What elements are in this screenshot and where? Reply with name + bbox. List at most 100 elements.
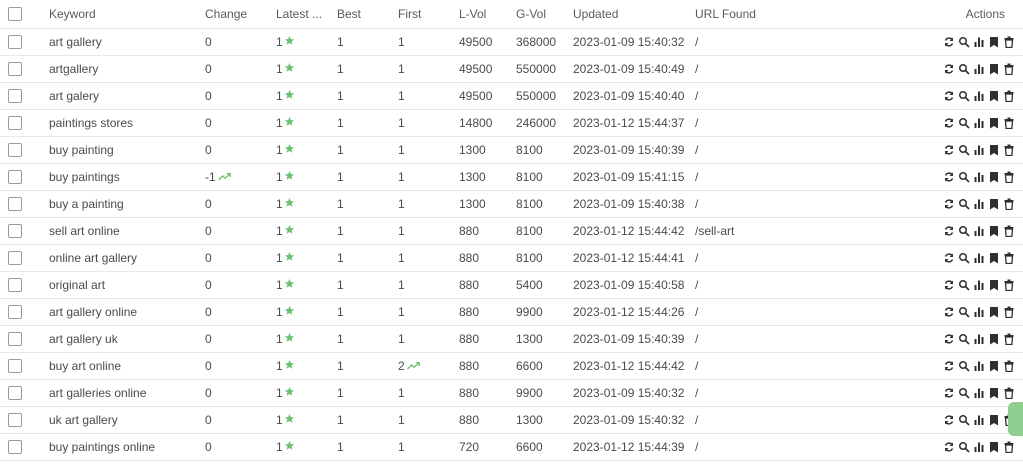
table-row[interactable]: sell art online 0 1 1 1 880 8100 2023-01-12 15:…: [0, 218, 1023, 245]
bar-chart-icon[interactable]: [973, 63, 985, 75]
table-row[interactable]: art gallery uk 0 1 1 1 880 1300 2023-01-09 15:4…: [0, 326, 1023, 353]
refresh-icon[interactable]: [943, 36, 955, 48]
refresh-icon[interactable]: [943, 360, 955, 372]
refresh-icon[interactable]: [943, 279, 955, 291]
search-icon[interactable]: [958, 441, 970, 453]
row-checkbox[interactable]: [8, 143, 22, 157]
table-row[interactable]: buy art online 0 1 1 2 880 6600 2023-01-12 15:4…: [0, 353, 1023, 380]
refresh-icon[interactable]: [943, 90, 955, 102]
bookmark-icon[interactable]: [988, 387, 1000, 399]
trash-icon[interactable]: [1003, 90, 1015, 102]
bar-chart-icon[interactable]: [973, 414, 985, 426]
table-row[interactable]: art gallery online 0 1 1 1 880 9900 2023-01-12 …: [0, 299, 1023, 326]
table-row[interactable]: artgallery 0 1 1 1 49500 550000 2023-01-09 15:4…: [0, 56, 1023, 83]
bookmark-icon[interactable]: [988, 279, 1000, 291]
trash-icon[interactable]: [1003, 198, 1015, 210]
row-checkbox[interactable]: [8, 332, 22, 346]
bar-chart-icon[interactable]: [973, 90, 985, 102]
refresh-icon[interactable]: [943, 333, 955, 345]
bar-chart-icon[interactable]: [973, 333, 985, 345]
search-icon[interactable]: [958, 144, 970, 156]
bar-chart-icon[interactable]: [973, 252, 985, 264]
trash-icon[interactable]: [1003, 306, 1015, 318]
trash-icon[interactable]: [1003, 333, 1015, 345]
table-row[interactable]: art gallery 0 1 1 1 49500 368000 2023-01-09 15:…: [0, 29, 1023, 56]
header-latest[interactable]: Latest ...: [276, 0, 322, 28]
refresh-icon[interactable]: [943, 117, 955, 129]
search-icon[interactable]: [958, 198, 970, 210]
table-row[interactable]: art galery 0 1 1 1 49500 550000 2023-01-09 15:4…: [0, 83, 1023, 110]
bookmark-icon[interactable]: [988, 36, 1000, 48]
bar-chart-icon[interactable]: [973, 117, 985, 129]
bookmark-icon[interactable]: [988, 252, 1000, 264]
table-row[interactable]: paintings stores 0 1 1 1 14800 246000 2023-01-1…: [0, 110, 1023, 137]
trash-icon[interactable]: [1003, 63, 1015, 75]
bar-chart-icon[interactable]: [973, 225, 985, 237]
row-checkbox[interactable]: [8, 197, 22, 211]
table-row[interactable]: online art gallery 0 1 1 1 880 8100 2023-01-12 …: [0, 245, 1023, 272]
bookmark-icon[interactable]: [988, 333, 1000, 345]
bookmark-icon[interactable]: [988, 117, 1000, 129]
row-checkbox[interactable]: [8, 35, 22, 49]
trash-icon[interactable]: [1003, 36, 1015, 48]
trash-icon[interactable]: [1003, 279, 1015, 291]
bar-chart-icon[interactable]: [973, 306, 985, 318]
search-icon[interactable]: [958, 252, 970, 264]
header-url-found[interactable]: URL Found: [695, 0, 756, 28]
bookmark-icon[interactable]: [988, 171, 1000, 183]
search-icon[interactable]: [958, 171, 970, 183]
bookmark-icon[interactable]: [988, 360, 1000, 372]
refresh-icon[interactable]: [943, 387, 955, 399]
search-icon[interactable]: [958, 225, 970, 237]
header-best[interactable]: Best: [337, 0, 361, 28]
row-checkbox[interactable]: [8, 278, 22, 292]
table-row[interactable]: uk art gallery 0 1 1 1 880 1300 2023-01-09 15:4…: [0, 407, 1023, 434]
search-icon[interactable]: [958, 117, 970, 129]
bar-chart-icon[interactable]: [973, 441, 985, 453]
search-icon[interactable]: [958, 360, 970, 372]
table-row[interactable]: buy painting 0 1 1 1 1300 8100 2023-01-09 15:40…: [0, 137, 1023, 164]
header-keyword[interactable]: Keyword: [49, 0, 96, 28]
bookmark-icon[interactable]: [988, 414, 1000, 426]
refresh-icon[interactable]: [943, 252, 955, 264]
row-checkbox[interactable]: [8, 62, 22, 76]
bar-chart-icon[interactable]: [973, 360, 985, 372]
search-icon[interactable]: [958, 63, 970, 75]
row-checkbox[interactable]: [8, 170, 22, 184]
row-checkbox[interactable]: [8, 440, 22, 454]
search-icon[interactable]: [958, 333, 970, 345]
table-row[interactable]: buy paintings online 0 1 1 1 720 6600 2023-01-1…: [0, 434, 1023, 461]
row-checkbox[interactable]: [8, 359, 22, 373]
row-checkbox[interactable]: [8, 305, 22, 319]
search-icon[interactable]: [958, 414, 970, 426]
bar-chart-icon[interactable]: [973, 171, 985, 183]
header-change[interactable]: Change: [205, 0, 247, 28]
table-row[interactable]: buy a painting 0 1 1 1 1300 8100 2023-01-09 15:…: [0, 191, 1023, 218]
bookmark-icon[interactable]: [988, 225, 1000, 237]
bookmark-icon[interactable]: [988, 198, 1000, 210]
row-checkbox[interactable]: [8, 224, 22, 238]
bookmark-icon[interactable]: [988, 144, 1000, 156]
bar-chart-icon[interactable]: [973, 36, 985, 48]
table-row[interactable]: buy paintings -1 1 1 1 1300 8100 2023-01-09 15:…: [0, 164, 1023, 191]
bookmark-icon[interactable]: [988, 63, 1000, 75]
select-all-checkbox[interactable]: [8, 7, 22, 21]
bookmark-icon[interactable]: [988, 306, 1000, 318]
row-checkbox[interactable]: [8, 251, 22, 265]
refresh-icon[interactable]: [943, 63, 955, 75]
bar-chart-icon[interactable]: [973, 144, 985, 156]
table-row[interactable]: original art 0 1 1 1 880 5400 2023-01-09 15:40:…: [0, 272, 1023, 299]
bar-chart-icon[interactable]: [973, 198, 985, 210]
side-panel-handle[interactable]: [1008, 402, 1023, 436]
table-row[interactable]: art galleries online 0 1 1 1 880 9900 2023-01-0…: [0, 380, 1023, 407]
trash-icon[interactable]: [1003, 387, 1015, 399]
search-icon[interactable]: [958, 90, 970, 102]
bookmark-icon[interactable]: [988, 441, 1000, 453]
refresh-icon[interactable]: [943, 306, 955, 318]
trash-icon[interactable]: [1003, 252, 1015, 264]
trash-icon[interactable]: [1003, 117, 1015, 129]
row-checkbox[interactable]: [8, 89, 22, 103]
trash-icon[interactable]: [1003, 441, 1015, 453]
refresh-icon[interactable]: [943, 225, 955, 237]
row-checkbox[interactable]: [8, 413, 22, 427]
